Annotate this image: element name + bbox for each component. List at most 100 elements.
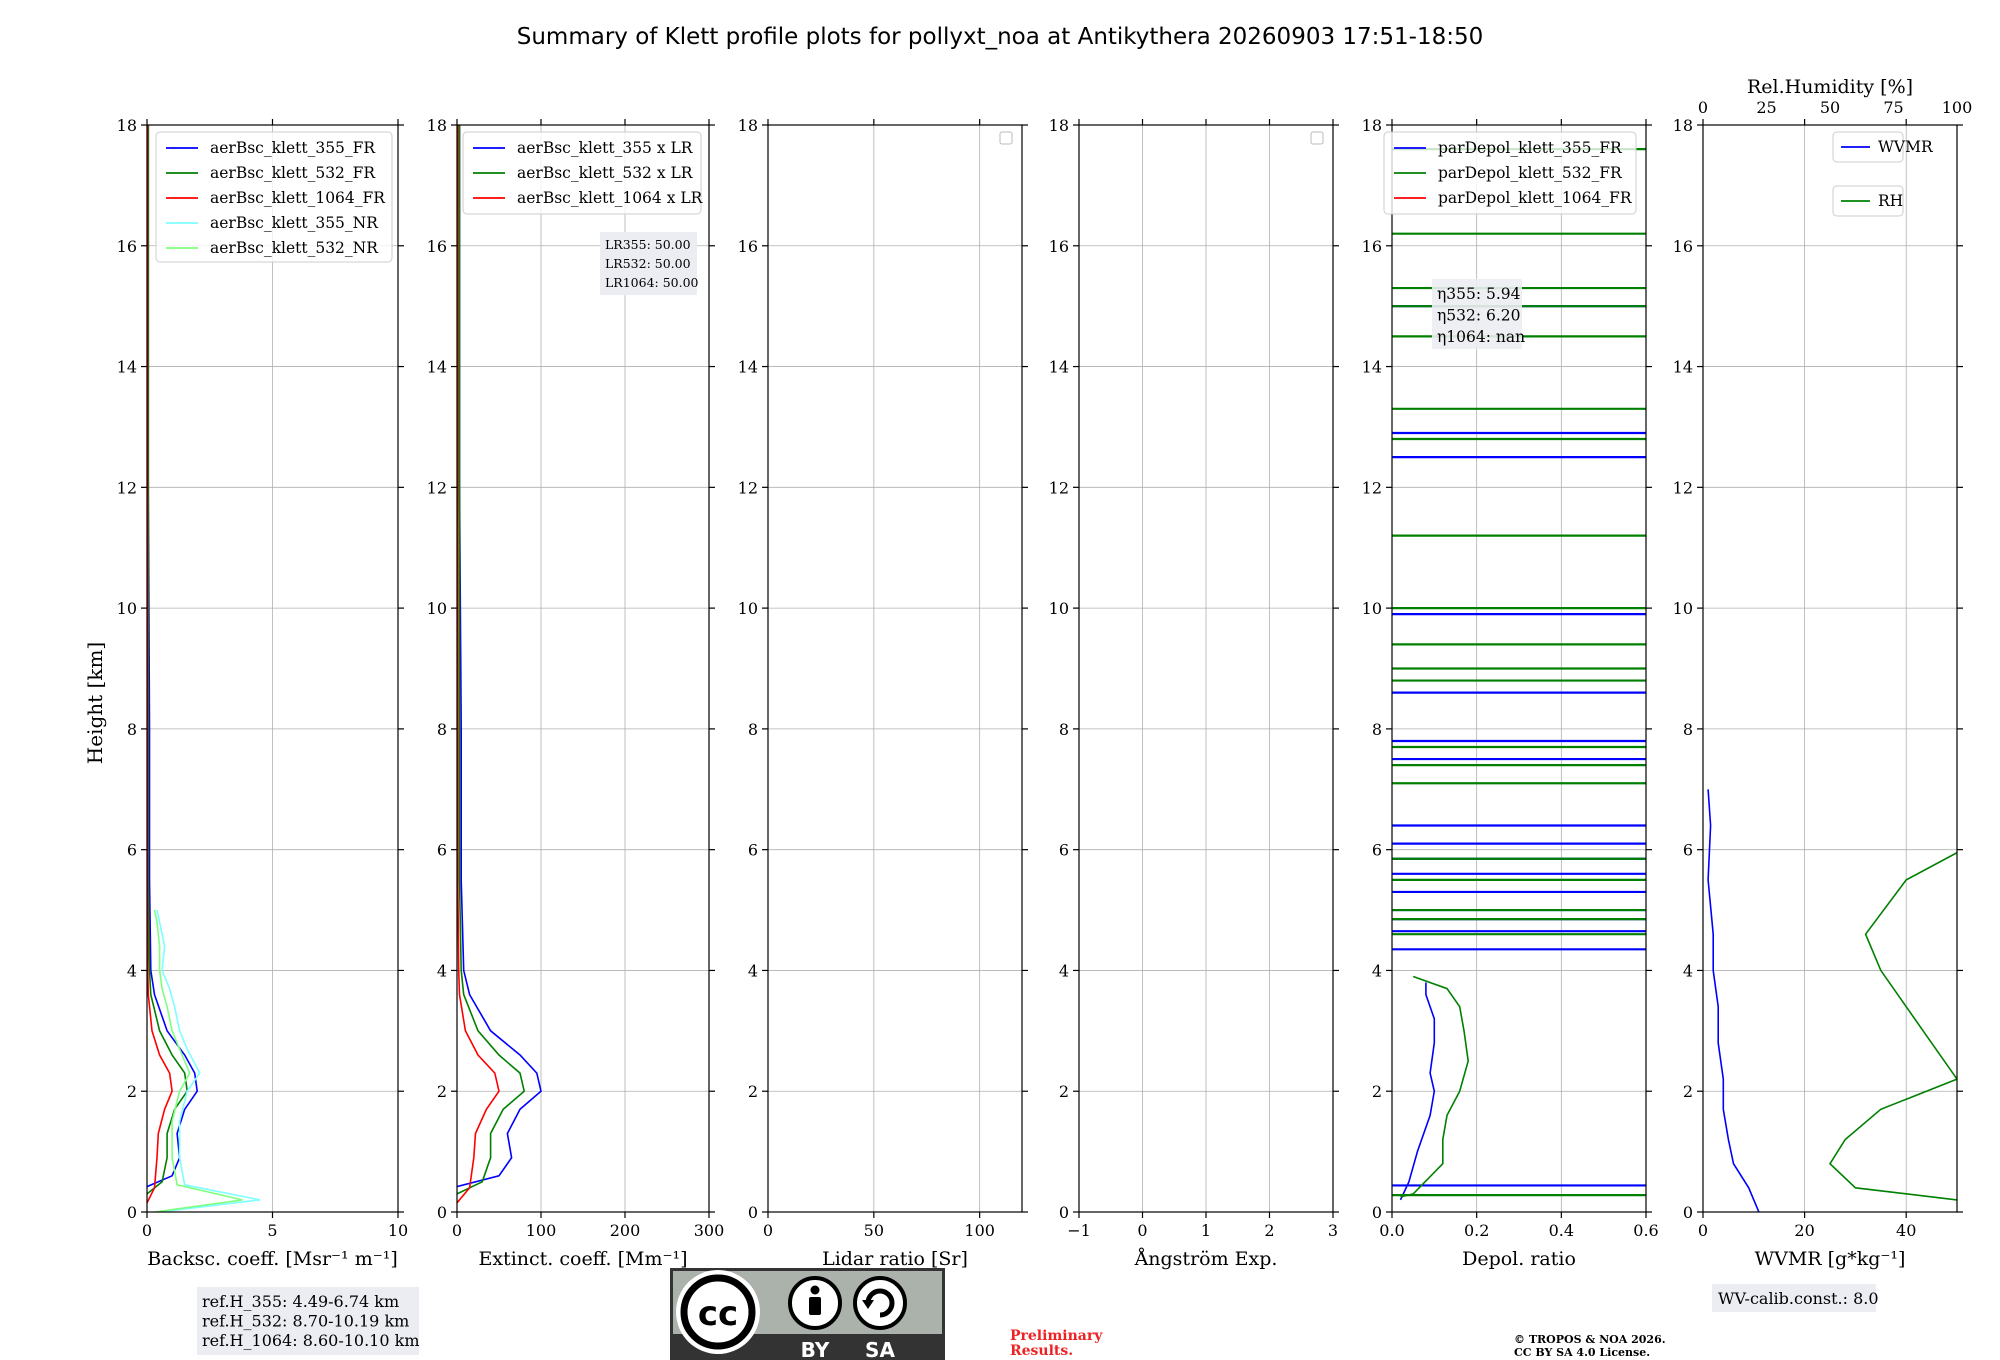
y-tick-label: 6 xyxy=(127,841,137,860)
x-axis-label: Ångström Exp. xyxy=(1134,1248,1278,1270)
legend: parDepol_klett_355_FR parDepol_klett_532_… xyxy=(1383,131,1637,215)
y-tick-label: 12 xyxy=(1362,478,1382,497)
y-tick-label: 0 xyxy=(1683,1203,1693,1222)
legend: aerBsc_klett_355 x LR aerBsc_klett_532 x … xyxy=(462,131,704,215)
legend-entry: aerBsc_klett_532_NR xyxy=(210,239,379,257)
y-tick-label: 14 xyxy=(1362,358,1382,377)
legend-entry: aerBsc_klett_532_FR xyxy=(210,164,376,182)
legend-entry: parDepol_klett_355_FR xyxy=(1438,139,1623,157)
svg-text:η355: 5.94: η355: 5.94 xyxy=(1437,285,1521,303)
y-tick-label: 8 xyxy=(1683,720,1693,739)
y-tick-label: 10 xyxy=(1673,599,1693,618)
y-tick-label: 6 xyxy=(437,841,447,860)
y-tick-label: 6 xyxy=(1683,841,1693,860)
x-tick-label: 0.4 xyxy=(1549,1221,1574,1240)
x-tick-label: 0 xyxy=(452,1221,462,1240)
eta-annotation: η355: 5.94 η532: 6.20 η1064: nan xyxy=(1432,279,1525,349)
svg-text:η532: 6.20: η532: 6.20 xyxy=(1437,307,1521,325)
y-tick-label: 12 xyxy=(117,478,137,497)
copyright-note: © TROPOS & NOA 2026.CC BY SA 4.0 License… xyxy=(1514,1333,1666,1359)
x-tick-label: 3 xyxy=(1328,1221,1338,1240)
y-tick-label: 2 xyxy=(127,1082,137,1101)
y-tick-label: 18 xyxy=(1673,116,1693,135)
y-tick-label: 6 xyxy=(1372,841,1382,860)
x-tick-label: 0 xyxy=(142,1221,152,1240)
y-axis-label: Height [km] xyxy=(83,642,107,764)
x-tick-label: 20 xyxy=(1794,1221,1814,1240)
y-tick-label: 10 xyxy=(738,599,758,618)
lidar-ratio-annotation: LR355: 50.00 LR532: 50.00 LR1064: 50.00 xyxy=(600,232,699,295)
figure-title: Summary of Klett profile plots for polly… xyxy=(517,24,1484,50)
wv-calib-annotation: WV-calib.const.: 8.0 xyxy=(1712,1284,1879,1312)
x-tick-label: 40 xyxy=(1896,1221,1916,1240)
svg-text:LR355: 50.00: LR355: 50.00 xyxy=(605,237,691,252)
empty-legend-box xyxy=(1310,131,1324,145)
svg-text:ref.H_532: 8.70-10.19 km: ref.H_532: 8.70-10.19 km xyxy=(202,1312,409,1331)
y-tick-label: 16 xyxy=(1673,237,1693,256)
y-tick-label: 10 xyxy=(117,599,137,618)
ref-height-annotation: ref.H_355: 4.49-6.74 kmref.H_532: 8.70-1… xyxy=(197,1287,420,1355)
y-tick-label: 8 xyxy=(1059,720,1069,739)
x-tick-label: 0.6 xyxy=(1633,1221,1658,1240)
y-tick-label: 4 xyxy=(437,961,447,980)
x-axis-label: Extinct. coeff. [Mm⁻¹] xyxy=(478,1248,687,1270)
legend-entry: aerBsc_klett_355 x LR xyxy=(517,139,694,157)
y-tick-label: 8 xyxy=(127,720,137,739)
x-tick-label: 200 xyxy=(610,1221,641,1240)
y-tick-label: 0 xyxy=(127,1203,137,1222)
y-tick-label: 16 xyxy=(427,237,447,256)
y-tick-label: 16 xyxy=(1362,237,1382,256)
x-tick-label: 0 xyxy=(1698,1221,1708,1240)
y-tick-label: 2 xyxy=(437,1082,447,1101)
svg-text:cc: cc xyxy=(698,1294,738,1334)
y-tick-label: 4 xyxy=(748,961,758,980)
y-tick-label: 8 xyxy=(748,720,758,739)
svg-text:η1064: nan: η1064: nan xyxy=(1437,328,1525,346)
top-x-tick-label: 25 xyxy=(1756,98,1776,117)
y-tick-label: 0 xyxy=(1372,1203,1382,1222)
x-tick-label: 10 xyxy=(388,1221,408,1240)
x-tick-label: 1 xyxy=(1201,1221,1211,1240)
y-tick-label: 6 xyxy=(748,841,758,860)
y-tick-label: 18 xyxy=(117,116,137,135)
legend-entry: WVMR xyxy=(1878,138,1934,156)
svg-text:ref.H_355: 4.49-6.74 km: ref.H_355: 4.49-6.74 km xyxy=(202,1292,399,1311)
svg-text:ref.H_1064: 8.60-10.10 km: ref.H_1064: 8.60-10.10 km xyxy=(202,1331,420,1350)
x-tick-label: 0 xyxy=(1137,1221,1147,1240)
cc-license-badge: cc BY SA xyxy=(670,1268,945,1360)
y-tick-label: 4 xyxy=(1683,961,1693,980)
svg-text:Preliminary: Preliminary xyxy=(1010,1328,1103,1344)
y-tick-label: 14 xyxy=(738,358,758,377)
y-tick-label: 4 xyxy=(1372,961,1382,980)
x-axis-label: Backsc. coeff. [Msr⁻¹ m⁻¹] xyxy=(147,1248,398,1270)
x-axis-label: Depol. ratio xyxy=(1462,1248,1576,1270)
y-tick-label: 12 xyxy=(738,478,758,497)
top-x-tick-label: 75 xyxy=(1883,98,1903,117)
x-tick-label: 0 xyxy=(763,1221,773,1240)
y-tick-label: 8 xyxy=(437,720,447,739)
y-tick-label: 18 xyxy=(738,116,758,135)
y-tick-label: 16 xyxy=(1049,237,1069,256)
x-tick-label: 0.2 xyxy=(1464,1221,1489,1240)
y-tick-label: 16 xyxy=(738,237,758,256)
y-tick-label: 8 xyxy=(1372,720,1382,739)
legend: aerBsc_klett_355_FR aerBsc_klett_532_FRae… xyxy=(155,131,393,263)
y-tick-label: 0 xyxy=(437,1203,447,1222)
x-tick-label: 300 xyxy=(694,1221,725,1240)
y-tick-label: 2 xyxy=(1683,1082,1693,1101)
x-axis-label: WVMR [g*kg⁻¹] xyxy=(1755,1248,1906,1270)
figure: Summary of Klett profile plots for polly… xyxy=(0,0,2000,1360)
legend-entry: aerBsc_klett_532 x LR xyxy=(517,164,694,182)
y-tick-label: 4 xyxy=(127,961,137,980)
legend-entry: aerBsc_klett_355_FR xyxy=(210,139,376,157)
x-tick-label: 5 xyxy=(267,1221,277,1240)
svg-text:Results.: Results. xyxy=(1010,1343,1073,1359)
svg-text:CC BY SA 4.0 License.: CC BY SA 4.0 License. xyxy=(1514,1346,1650,1359)
x-tick-label: 50 xyxy=(864,1221,884,1240)
svg-text:LR532: 50.00: LR532: 50.00 xyxy=(605,256,691,271)
y-tick-label: 18 xyxy=(1362,116,1382,135)
empty-legend-box xyxy=(999,131,1013,145)
y-tick-label: 14 xyxy=(1049,358,1069,377)
y-tick-label: 12 xyxy=(1673,478,1693,497)
top-x-axis-label: Rel.Humidity [%] xyxy=(1747,76,1913,98)
